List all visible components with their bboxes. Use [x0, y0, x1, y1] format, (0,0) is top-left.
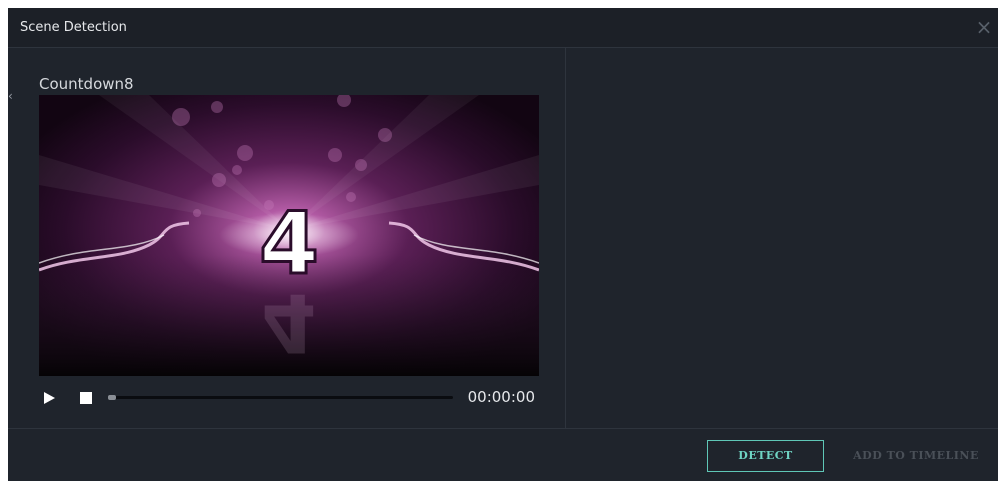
preview-pane: Countdown8 4 4 00:00:00 [8, 48, 566, 428]
stop-icon[interactable] [80, 392, 92, 404]
time-readout: 00:00:00 [467, 388, 535, 406]
playback-controls: 00:00:00 [39, 383, 539, 413]
dialog-footer: DETECT ADD TO TIMELINE [8, 428, 998, 481]
video-preview: 4 4 [39, 95, 539, 376]
video-frame-graphic: 4 4 [39, 95, 539, 376]
detect-button[interactable]: DETECT [707, 440, 824, 472]
clip-name: Countdown8 [39, 75, 134, 93]
close-icon[interactable]: × [974, 16, 994, 38]
seek-thumb[interactable] [108, 395, 116, 400]
play-icon[interactable] [44, 392, 55, 404]
dialog-title: Scene Detection [20, 20, 127, 35]
seek-slider[interactable] [108, 395, 453, 400]
title-bar: Scene Detection × [8, 8, 998, 48]
frame-number: 4 [259, 194, 319, 294]
scene-list-pane [567, 48, 998, 428]
add-to-timeline-button[interactable]: ADD TO TIMELINE [846, 440, 986, 472]
scene-detection-dialog: Scene Detection × ‹ Countdown8 4 4 00:00… [8, 8, 998, 481]
